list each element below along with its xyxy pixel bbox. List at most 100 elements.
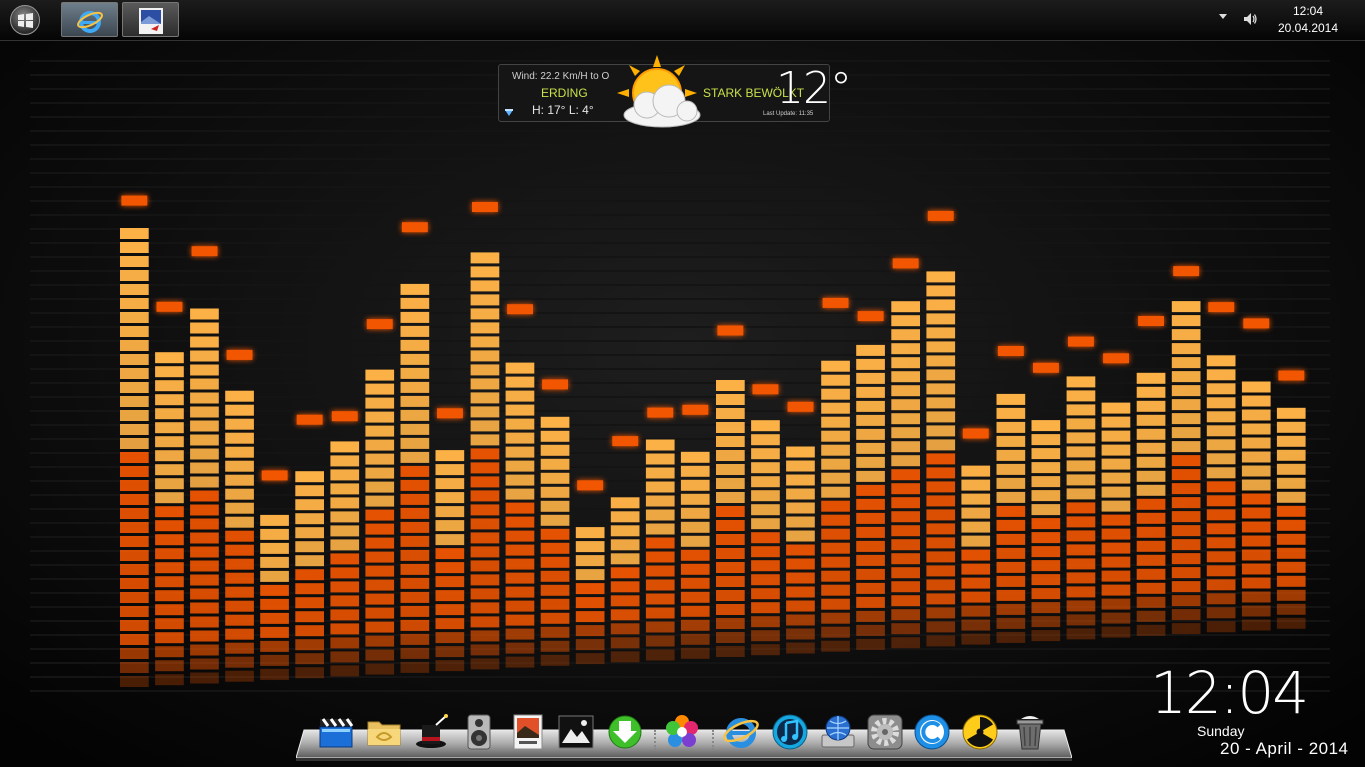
- equalizer-segment: [470, 322, 500, 334]
- equalizer-segment: [365, 551, 395, 563]
- equalizer-segment: [926, 509, 956, 521]
- volume-icon[interactable]: [1242, 11, 1258, 27]
- equalizer-segment: [470, 476, 500, 488]
- photo-icon[interactable]: [509, 713, 547, 751]
- equalizer-segment: [295, 625, 324, 637]
- equalizer-segment: [225, 656, 254, 668]
- weather-widget[interactable]: Wind: 22.2 Km/H to O ERDING H: 17° L: 4°…: [498, 55, 852, 128]
- equalizer-segment: [610, 539, 640, 551]
- equalizer-segment: [891, 581, 920, 593]
- tray-overflow-chevron-icon[interactable]: [1219, 14, 1227, 19]
- equalizer-segment: [470, 644, 500, 656]
- ccleaner-icon[interactable]: [913, 713, 951, 751]
- equalizer-segment: [751, 518, 780, 530]
- equalizer-segment: [1066, 376, 1096, 388]
- equalizer-segment: [470, 434, 500, 446]
- tray-clock[interactable]: 12:04 20.04.2014: [1270, 3, 1346, 37]
- equalizer-segment: [1206, 565, 1236, 577]
- radiation-icon[interactable]: [961, 713, 999, 751]
- equalizer-segment: [716, 548, 745, 559]
- taskbar-internet-explorer-button[interactable]: [61, 2, 118, 37]
- equalizer-segment: [1101, 584, 1131, 596]
- magic-hat-icon[interactable]: [412, 713, 450, 751]
- trash-icon[interactable]: [1011, 713, 1049, 751]
- equalizer-segment: [1031, 602, 1061, 614]
- equalizer-segment: [821, 528, 850, 540]
- equalizer-segment: [1276, 491, 1306, 503]
- equalizer-segment: [1241, 577, 1271, 589]
- equalizer-segment: [260, 626, 289, 638]
- equalizer-segment: [260, 542, 289, 554]
- picture-frame-icon[interactable]: [557, 713, 595, 751]
- equalizer-segment: [1101, 458, 1131, 470]
- music-note-icon[interactable]: [771, 713, 809, 751]
- equalizer-segment: [120, 592, 149, 603]
- equalizer-segment: [120, 312, 149, 323]
- equalizer-peak: [927, 210, 954, 221]
- grid-line: [30, 242, 1330, 244]
- equalizer-segment: [751, 602, 780, 614]
- equalizer-segment: [926, 551, 956, 563]
- equalizer-segment: [716, 436, 745, 447]
- grid-line: [30, 158, 1330, 160]
- equalizer-segment: [435, 562, 465, 574]
- equalizer-segment: [856, 372, 885, 384]
- equalizer-segment: [190, 462, 219, 474]
- equalizer-segment: [470, 406, 500, 418]
- equalizer-segment: [1206, 523, 1236, 535]
- equalizer-segment: [330, 581, 360, 593]
- equalizer-peak: [962, 428, 989, 439]
- equalizer-segment: [505, 642, 535, 654]
- equalizer-segment: [786, 544, 815, 556]
- equalizer-segment: [540, 472, 570, 484]
- equalizer-segment: [155, 394, 184, 406]
- equalizer-segment: [400, 493, 430, 505]
- equalizer-segment: [120, 466, 149, 477]
- equalizer-segment: [155, 352, 184, 364]
- equalizer-segment: [575, 639, 605, 651]
- grid-line: [30, 578, 1330, 580]
- equalizer-segment: [1136, 554, 1166, 566]
- start-button[interactable]: [10, 5, 40, 35]
- equalizer-segment: [680, 451, 710, 463]
- equalizer-segment: [821, 514, 850, 526]
- folder-icon[interactable]: [365, 713, 403, 751]
- equalizer-segment: [1066, 516, 1096, 528]
- equalizer-segment: [330, 441, 360, 453]
- equalizer-segment: [120, 284, 149, 295]
- equalizer-segment: [680, 563, 710, 575]
- equalizer-segment: [120, 242, 149, 253]
- equalizer-segment: [926, 271, 956, 283]
- equalizer-segment: [751, 546, 780, 558]
- equalizer-segment: [190, 630, 219, 642]
- equalizer-segment: [996, 449, 1026, 461]
- equalizer-segment: [1171, 525, 1201, 537]
- equalizer-segment: [926, 397, 956, 409]
- equalizer-segment: [1101, 556, 1131, 568]
- equalizer-segment: [505, 446, 535, 458]
- equalizer-segment: [786, 446, 815, 458]
- equalizer-segment: [821, 542, 850, 554]
- equalizer-segment: [1171, 595, 1201, 607]
- taskbar-image-app-button[interactable]: [122, 2, 179, 37]
- equalizer-segment: [295, 611, 324, 623]
- network-globe-icon[interactable]: [819, 713, 857, 751]
- speaker-icon[interactable]: [460, 713, 498, 751]
- equalizer-segment: [645, 565, 675, 577]
- equalizer-segment: [961, 507, 991, 519]
- equalizer-peak: [366, 319, 393, 330]
- equalizer-segment: [786, 628, 815, 640]
- equalizer-segment: [470, 504, 500, 516]
- clapper-icon[interactable]: [317, 713, 355, 751]
- equalizer-segment: [435, 604, 465, 616]
- equalizer-bar: [155, 301, 184, 686]
- equalizer-segment: [1206, 481, 1236, 493]
- gear-icon[interactable]: [866, 713, 904, 751]
- equalizer-segment: [680, 549, 710, 561]
- equalizer-segment: [365, 397, 395, 409]
- internet-explorer-icon[interactable]: [722, 713, 760, 751]
- equalizer-segment: [1241, 423, 1271, 435]
- equalizer-segment: [926, 355, 956, 367]
- download-icon[interactable]: [606, 713, 644, 751]
- flower-icon[interactable]: [663, 713, 701, 751]
